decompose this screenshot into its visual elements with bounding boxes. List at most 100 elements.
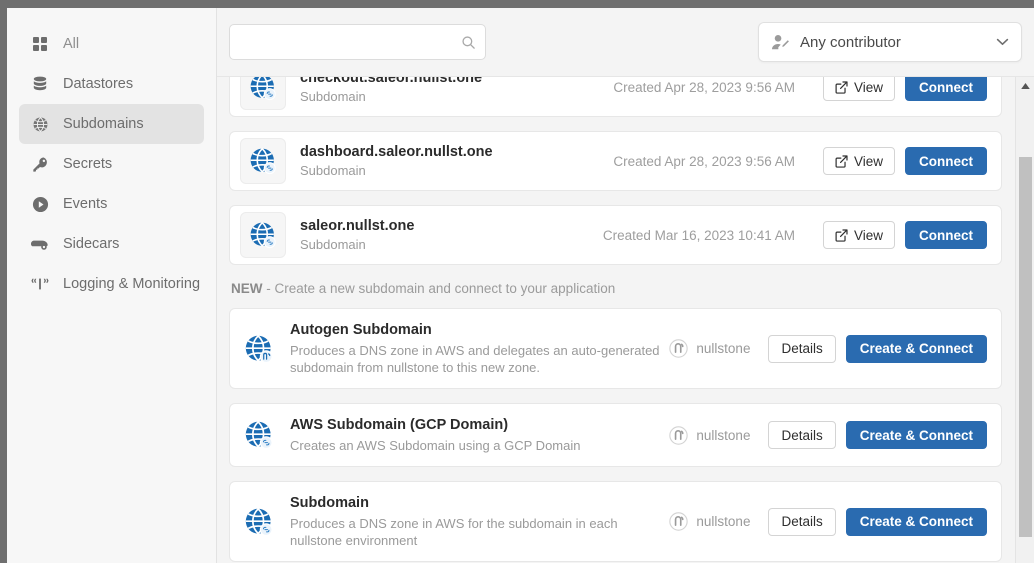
vertical-scrollbar[interactable] <box>1015 77 1034 563</box>
sidebar-item-label: Datastores <box>63 76 133 92</box>
module-description: Produces a DNS zone in AWS and delegates… <box>290 342 669 376</box>
new-module-list: Autogen Subdomain Produces a DNS zone in… <box>229 308 1002 562</box>
module-actions: nullstone Details Create & Connect <box>669 421 987 449</box>
new-section-subtitle: - Create a new subdomain and connect to … <box>263 281 616 296</box>
module-text: Subdomain Produces a DNS zone in AWS for… <box>290 494 669 549</box>
row-text: checkout.saleor.nullst.one Subdomain <box>300 76 482 106</box>
provider-name: nullstone <box>696 341 750 356</box>
scrollbar-thumb[interactable] <box>1019 157 1032 537</box>
key-icon <box>29 156 51 173</box>
connect-button-label: Connect <box>919 228 973 243</box>
details-button[interactable]: Details <box>768 508 835 536</box>
globe-link-icon <box>240 76 286 110</box>
globe-link-icon <box>240 212 286 258</box>
search-icon[interactable] <box>458 32 478 52</box>
sidebar-item-label: Subdomains <box>63 116 144 132</box>
sidebar-item-label: Events <box>63 196 107 212</box>
view-button[interactable]: View <box>823 147 895 175</box>
connect-button[interactable]: Connect <box>905 221 987 249</box>
sidebar-item-subdomains[interactable]: Subdomains <box>19 104 204 144</box>
list-item[interactable]: Subdomain Produces a DNS zone in AWS for… <box>229 481 1002 562</box>
connect-button-label: Connect <box>919 154 973 169</box>
module-title: Autogen Subdomain <box>290 321 669 340</box>
details-button-label: Details <box>781 341 822 356</box>
subdomain-type: Subdomain <box>300 236 414 254</box>
signal-icon <box>29 276 51 292</box>
sidebar-item-datastores[interactable]: Datastores <box>19 64 204 104</box>
module-title: Subdomain <box>290 494 669 513</box>
table-row[interactable]: dashboard.saleor.nullst.one Subdomain Cr… <box>229 131 1002 191</box>
globe-link-icon <box>242 419 276 451</box>
content-scroll-area: checkout.saleor.nullst.one Subdomain Cre… <box>217 76 1034 563</box>
details-button-label: Details <box>781 514 822 529</box>
create-and-connect-label: Create & Connect <box>860 428 973 443</box>
create-and-connect-button[interactable]: Create & Connect <box>846 421 987 449</box>
subdomain-name: checkout.saleor.nullst.one <box>300 76 482 87</box>
play-circle-icon <box>29 196 51 213</box>
new-section-header: NEW - Create a new subdomain and connect… <box>231 281 1002 296</box>
subdomain-type: Subdomain <box>300 88 482 106</box>
sidebar-item-secrets[interactable]: Secrets <box>19 144 204 184</box>
sidebar-item-events[interactable]: Events <box>19 184 204 224</box>
sidebar-item-logging-monitoring[interactable]: Logging & Monitoring <box>19 264 204 304</box>
grid-icon <box>29 36 51 52</box>
subdomain-type: Subdomain <box>300 162 493 180</box>
view-button-label: View <box>854 228 883 243</box>
connect-button[interactable]: Connect <box>905 76 987 101</box>
nullstone-logo-icon <box>669 339 688 358</box>
chevron-down-icon <box>996 38 1009 46</box>
list-item[interactable]: Autogen Subdomain Produces a DNS zone in… <box>229 308 1002 389</box>
module-text: Autogen Subdomain Produces a DNS zone in… <box>290 321 669 376</box>
table-row[interactable]: saleor.nullst.one Subdomain Created Mar … <box>229 205 1002 265</box>
globe-icon <box>29 116 51 133</box>
details-button[interactable]: Details <box>768 421 835 449</box>
create-and-connect-button[interactable]: Create & Connect <box>846 335 987 363</box>
contributor-filter-dropdown[interactable]: Any contributor <box>758 22 1022 62</box>
search-box <box>229 24 486 60</box>
details-button[interactable]: Details <box>768 335 835 363</box>
sidebar-item-label: Sidecars <box>63 236 119 252</box>
caret-up-icon[interactable] <box>1016 77 1034 94</box>
connect-button[interactable]: Connect <box>905 147 987 175</box>
details-button-label: Details <box>781 428 822 443</box>
created-timestamp: Created Apr 28, 2023 9:56 AM <box>613 154 823 169</box>
view-button[interactable]: View <box>823 76 895 101</box>
view-button-label: View <box>854 80 883 95</box>
module-description: Creates an AWS Subdomain using a GCP Dom… <box>290 437 580 454</box>
external-link-icon <box>835 155 848 168</box>
module-actions: nullstone Details Create & Connect <box>669 335 987 363</box>
new-badge: NEW <box>231 281 263 296</box>
connect-button-label: Connect <box>919 80 973 95</box>
provider-name: nullstone <box>696 514 750 529</box>
sidebar-item-label: Secrets <box>63 156 112 172</box>
sidebar-item-all[interactable]: All <box>19 24 204 64</box>
nullstone-logo-icon <box>669 426 688 445</box>
module-text: AWS Subdomain (GCP Domain) Creates an AW… <box>290 416 580 454</box>
globe-link-icon <box>240 138 286 184</box>
view-button[interactable]: View <box>823 221 895 249</box>
external-link-icon <box>835 81 848 94</box>
module-description: Produces a DNS zone in AWS for the subdo… <box>290 515 669 549</box>
row-text: dashboard.saleor.nullst.one Subdomain <box>300 143 493 180</box>
main-panel: Any contributor <box>217 8 1034 563</box>
module-actions: nullstone Details Create & Connect <box>669 508 987 536</box>
create-and-connect-button[interactable]: Create & Connect <box>846 508 987 536</box>
content-inner: checkout.saleor.nullst.one Subdomain Cre… <box>217 76 1014 562</box>
toolbar: Any contributor <box>217 8 1034 76</box>
search-input[interactable] <box>229 24 486 60</box>
row-text: saleor.nullst.one Subdomain <box>300 217 414 254</box>
provider-badge: nullstone <box>669 426 750 445</box>
external-link-icon <box>835 229 848 242</box>
sidebar-item-label: All <box>63 36 79 52</box>
table-row[interactable]: checkout.saleor.nullst.one Subdomain Cre… <box>229 76 1002 117</box>
sidecar-icon <box>29 237 51 252</box>
created-timestamp: Created Mar 16, 2023 10:41 AM <box>603 228 823 243</box>
user-edit-icon <box>771 34 790 51</box>
globe-link-icon <box>242 506 276 538</box>
sidebar-item-sidecars[interactable]: Sidecars <box>19 224 204 264</box>
created-timestamp: Created Apr 28, 2023 9:56 AM <box>613 80 823 95</box>
nullstone-logo-icon <box>669 512 688 531</box>
list-item[interactable]: AWS Subdomain (GCP Domain) Creates an AW… <box>229 403 1002 467</box>
provider-badge: nullstone <box>669 339 750 358</box>
module-title: AWS Subdomain (GCP Domain) <box>290 416 580 435</box>
